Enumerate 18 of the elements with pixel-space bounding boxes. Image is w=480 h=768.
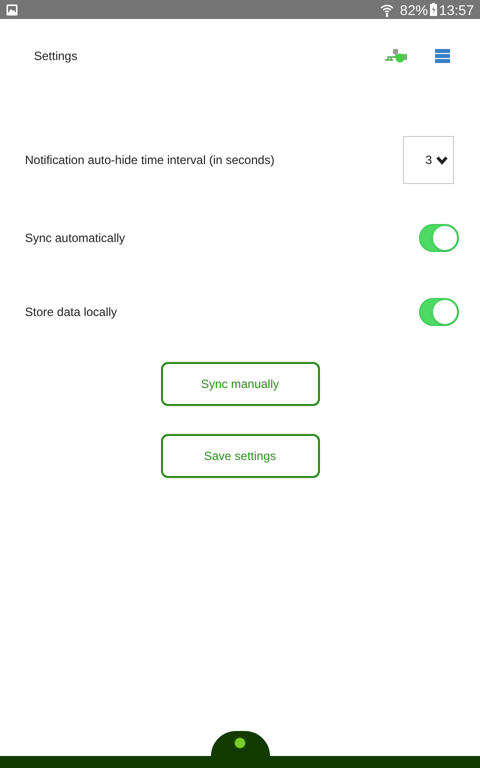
page-title: Settings: [34, 48, 78, 64]
image-icon: [6, 4, 18, 16]
toggle-switch[interactable]: [419, 298, 459, 326]
setting-label: Sync automatically: [25, 230, 126, 247]
clock: 13:57: [438, 2, 474, 16]
number-dropdown[interactable]: 3: [403, 136, 454, 184]
wifi-icon: [380, 2, 394, 16]
network-sync-icon[interactable]: [385, 48, 407, 62]
menu-icon[interactable]: [435, 48, 450, 62]
setting-label: Store data locally: [25, 304, 118, 321]
action-button[interactable]: Sync manually: [160, 362, 320, 406]
battery-percentage: 82%: [400, 2, 428, 16]
battery-icon: [430, 3, 437, 16]
action-button[interactable]: Save settings: [160, 434, 320, 478]
dot-icon: [234, 737, 246, 749]
setting-label: Notification auto-hide time interval (in seconds): [25, 152, 274, 169]
toggle-switch[interactable]: [419, 224, 459, 252]
chevron-down-icon: [436, 156, 448, 164]
